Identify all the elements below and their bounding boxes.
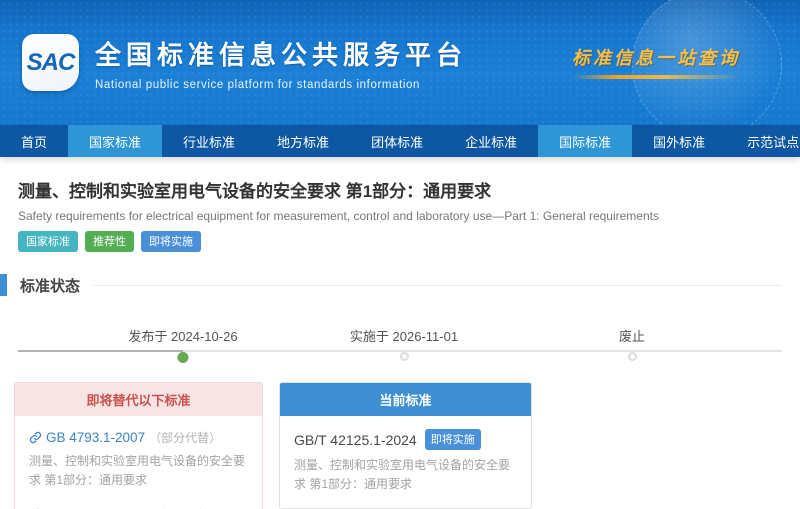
nav-item-group-standards[interactable]: 团体标准 [350, 125, 444, 157]
tag-recommended: 推荐性 [85, 231, 134, 252]
current-standard-badge: 即将实施 [425, 429, 481, 450]
replaced-standard-desc: 测量、控制和实验室用电气设备的安全要求 第1部分：通用要求 [29, 452, 248, 489]
tag-national-standard: 国家标准 [18, 231, 78, 252]
link-icon [29, 431, 42, 444]
timeline-dot-effective [400, 352, 409, 361]
slogan-text: 标准信息一站查询 [572, 44, 740, 70]
main-content: 测量、控制和实验室用电气设备的安全要求 第1部分：通用要求 Safety req… [0, 157, 800, 509]
nav-item-enterprise-standards[interactable]: 企业标准 [444, 125, 538, 157]
timeline-label-effective: 实施于 2026-11-01 [350, 326, 458, 345]
site-subtitle: National public service platform for sta… [95, 79, 467, 91]
nav-item-national-standards[interactable]: 国家标准 [68, 125, 162, 157]
timeline-point-abolished: 废止 [619, 326, 645, 361]
replaced-standard-link[interactable]: GB 4793.1-2007 [46, 430, 145, 445]
status-section-title: 标准状态 [20, 275, 80, 296]
timeline-dot-published [178, 352, 189, 363]
slogan-underline [572, 75, 740, 79]
nav-item-industry-standards[interactable]: 行业标准 [162, 125, 256, 157]
replaced-standard-note: （部分代替） [149, 429, 221, 446]
standard-title-en: Safety requirements for electrical equip… [0, 202, 800, 223]
section-divider [94, 285, 782, 286]
current-standard-code: GB/T 42125.1-2024 [294, 432, 417, 448]
site-header: SAC 全国标准信息公共服务平台 National public service… [0, 0, 800, 125]
card-replaced-standards: 即将替代以下标准 GB 4793.1-2007 （部分代替） 测量、控制和实 [14, 382, 263, 509]
standard-tags: 国家标准 推荐性 即将实施 [0, 223, 800, 252]
section-marker [0, 274, 7, 296]
current-standard-desc: 测量、控制和实验室用电气设备的安全要求 第1部分：通用要求 [294, 456, 517, 493]
sac-logo-text: SAC [27, 49, 75, 77]
card-replaced-header: 即将替代以下标准 [15, 383, 262, 416]
standard-cards: 即将替代以下标准 GB 4793.1-2007 （部分代替） 测量、控制和实 [0, 370, 800, 509]
sac-logo[interactable]: SAC [22, 34, 79, 91]
replaced-entry: GB 4793.1-2007 （部分代替） 测量、控制和实验室用电气设备的安全要… [29, 429, 248, 489]
site-title: 全国标准信息公共服务平台 [95, 35, 467, 72]
nav-item-foreign-standards[interactable]: 国外标准 [632, 125, 726, 157]
timeline-dot-abolished [627, 352, 636, 361]
slogan-block: 标准信息一站查询 [572, 44, 740, 79]
nav-item-pilot-demo[interactable]: 示范试点 [726, 125, 800, 157]
timeline-label-published: 发布于 2024-10-26 [128, 326, 237, 345]
card-current-header: 当前标准 [280, 383, 531, 416]
site-title-block: 全国标准信息公共服务平台 National public service pla… [95, 35, 467, 91]
tag-upcoming: 即将实施 [141, 231, 201, 252]
nav-item-international-standards[interactable]: 国际标准 [538, 125, 632, 157]
timeline-point-effective: 实施于 2026-11-01 [350, 326, 458, 361]
card-current-standard: 当前标准 GB/T 42125.1-2024 即将实施 测量、控制和实验室用电气… [279, 382, 532, 509]
status-section-header: 标准状态 [0, 274, 800, 296]
timeline-point-published: 发布于 2024-10-26 [128, 326, 237, 363]
nav-item-local-standards[interactable]: 地方标准 [256, 125, 350, 157]
standard-title: 测量、控制和实验室用电气设备的安全要求 第1部分：通用要求 [0, 173, 800, 202]
main-nav: 首页 国家标准 行业标准 地方标准 团体标准 企业标准 国际标准 国外标准 示范… [0, 125, 800, 157]
timeline-label-abolished: 废止 [619, 326, 645, 345]
nav-item-home[interactable]: 首页 [0, 125, 68, 157]
status-timeline: 发布于 2024-10-26 实施于 2026-11-01 废止 [0, 312, 800, 370]
